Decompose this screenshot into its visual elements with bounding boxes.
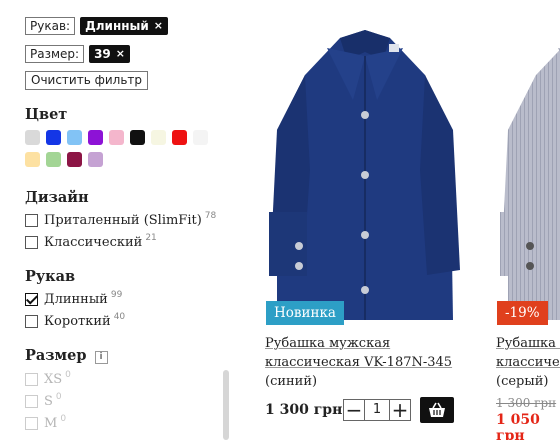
color-swatch[interactable] [67, 152, 82, 167]
filter-sidebar: Рукав: Длинный × Размер: 39 × Очистить ф… [0, 0, 240, 440]
discount-badge: -19% [497, 301, 548, 325]
option-label: Короткий [44, 314, 111, 329]
active-filter-value: Длинный [85, 19, 149, 33]
plus-button[interactable]: + [389, 399, 411, 421]
new-badge: Новинка [266, 301, 344, 325]
option-count: 0 [65, 369, 71, 380]
remove-filter-chip[interactable]: Длинный × [80, 17, 169, 35]
product-price: 1 300 грн [265, 402, 343, 418]
active-filter-label: Рукав: [25, 17, 76, 35]
option-count: 99 [110, 289, 123, 300]
option-count: 40 [113, 311, 126, 322]
design-option-slimfit[interactable]: Приталенный (SlimFit) 78 [25, 210, 217, 228]
old-price: 1 300 грн [496, 396, 557, 410]
color-swatch[interactable] [67, 130, 82, 145]
size-title-text: Размер [25, 347, 87, 364]
product-image[interactable] [265, 0, 465, 320]
option-label: S [44, 394, 53, 409]
shirt-image [269, 30, 460, 320]
option-label: Классический [44, 235, 143, 250]
option-count: 21 [145, 232, 157, 243]
option-count: 0 [55, 391, 62, 402]
active-filter-label: Размер: [25, 45, 85, 63]
clear-filter-button[interactable]: Очистить фильтр [25, 71, 149, 90]
product-card: Новинка Рубашка мужская классическая VK-… [265, 0, 465, 440]
option-label: M [44, 416, 58, 431]
minus-button[interactable]: − [343, 399, 365, 421]
checkbox-checked[interactable] [25, 293, 38, 306]
checkbox[interactable] [25, 315, 38, 328]
product-image[interactable] [496, 0, 560, 320]
color-swatch[interactable] [151, 130, 166, 145]
option-label: Длинный [44, 292, 108, 307]
product-title-line[interactable]: Рубашка м [496, 334, 560, 353]
checkbox-disabled [25, 417, 38, 430]
product-title-line[interactable]: классическа [496, 353, 560, 372]
sleeve-section-title: Рукав [25, 268, 76, 285]
product-card: -19% Рубашка м классическа (серый) 1 300… [496, 0, 560, 440]
active-filter-sleeve: Рукав: Длинный × [25, 17, 169, 35]
color-swatch[interactable] [193, 130, 208, 145]
sidebar-scrollbar[interactable] [223, 370, 229, 440]
product-title-line[interactable]: Рубашка мужская [265, 334, 465, 353]
size-option-m: M 0 [25, 413, 67, 431]
design-section-title: Дизайн [25, 189, 89, 206]
basket-icon [429, 402, 445, 417]
option-label: XS [44, 372, 63, 387]
close-icon[interactable]: × [154, 17, 163, 35]
product-title-line: (серый) [496, 374, 549, 389]
quantity-stepper[interactable]: − 1 + [343, 399, 411, 421]
color-swatch[interactable] [25, 130, 40, 145]
product-title[interactable]: Рубашка м классическа (серый) [496, 334, 560, 391]
product-title-line: (синий) [265, 374, 318, 389]
option-count: 78 [204, 210, 217, 221]
color-swatch[interactable] [130, 130, 145, 145]
size-section-title: Размер i [25, 347, 108, 365]
info-icon[interactable]: i [94, 351, 108, 364]
color-swatch[interactable] [25, 152, 40, 167]
color-swatch[interactable] [88, 152, 103, 167]
sleeve-option-short[interactable]: Короткий 40 [25, 311, 126, 329]
sale-price: 1 050 грн [496, 412, 540, 440]
color-swatch[interactable] [46, 152, 61, 167]
checkbox-disabled [25, 395, 38, 408]
remove-filter-chip[interactable]: 39 × [89, 45, 130, 63]
size-option-xs: XS 0 [25, 369, 71, 387]
sleeve-option-long[interactable]: Длинный 99 [25, 289, 123, 307]
checkbox-disabled [25, 373, 38, 386]
shirt-image [500, 48, 560, 320]
color-swatch[interactable] [109, 130, 124, 145]
color-swatch[interactable] [172, 130, 187, 145]
checkbox[interactable] [25, 214, 38, 227]
option-label: Приталенный (SlimFit) [44, 213, 202, 228]
color-swatches-row [25, 152, 109, 167]
product-title-line[interactable]: классическая VK-187N-345 [265, 353, 465, 372]
color-swatch[interactable] [88, 130, 103, 145]
product-title[interactable]: Рубашка мужская классическая VK-187N-345… [265, 334, 465, 391]
close-icon[interactable]: × [116, 45, 125, 63]
checkbox[interactable] [25, 236, 38, 249]
quantity-input[interactable]: 1 [365, 399, 389, 421]
active-filter-value: 39 [94, 47, 111, 61]
color-swatch[interactable] [46, 130, 61, 145]
color-section-title: Цвет [25, 106, 68, 123]
add-to-cart-button[interactable] [420, 397, 454, 423]
option-count: 0 [60, 413, 67, 424]
size-option-s: S 0 [25, 391, 62, 409]
active-filter-size: Размер: 39 × [25, 45, 130, 63]
design-option-classic[interactable]: Классический 21 [25, 232, 157, 250]
color-swatches-row [25, 130, 214, 145]
